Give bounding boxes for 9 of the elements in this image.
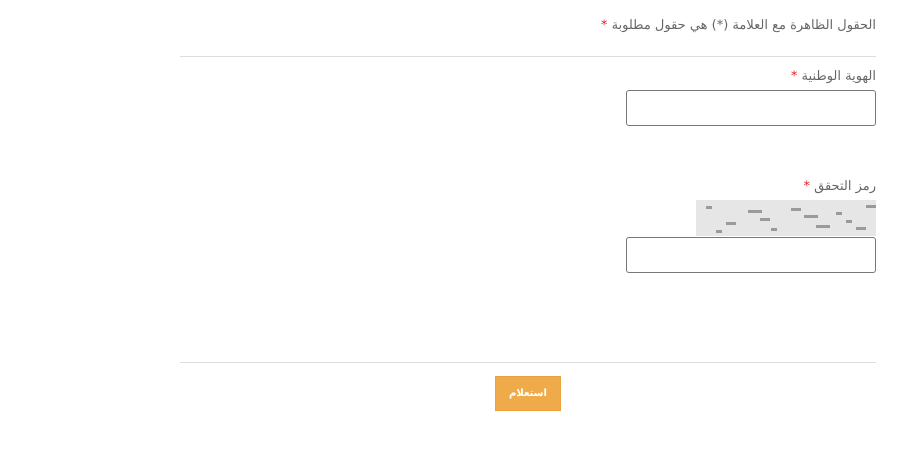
required-mark: * xyxy=(600,18,608,33)
required-mark: * xyxy=(804,179,810,194)
field-label: الهوية الوطنية xyxy=(802,69,876,84)
id-number-field[interactable] xyxy=(626,90,876,126)
field-label: رمز التحقق xyxy=(814,179,876,194)
required-mark: * xyxy=(790,69,798,84)
required-fields-note: الحقول الظاهرة مع العلامة (*) هي حقول مطلوبة xyxy=(612,18,876,33)
captcha-field[interactable] xyxy=(626,237,876,273)
inquiry-button[interactable]: استعلام xyxy=(495,376,561,411)
